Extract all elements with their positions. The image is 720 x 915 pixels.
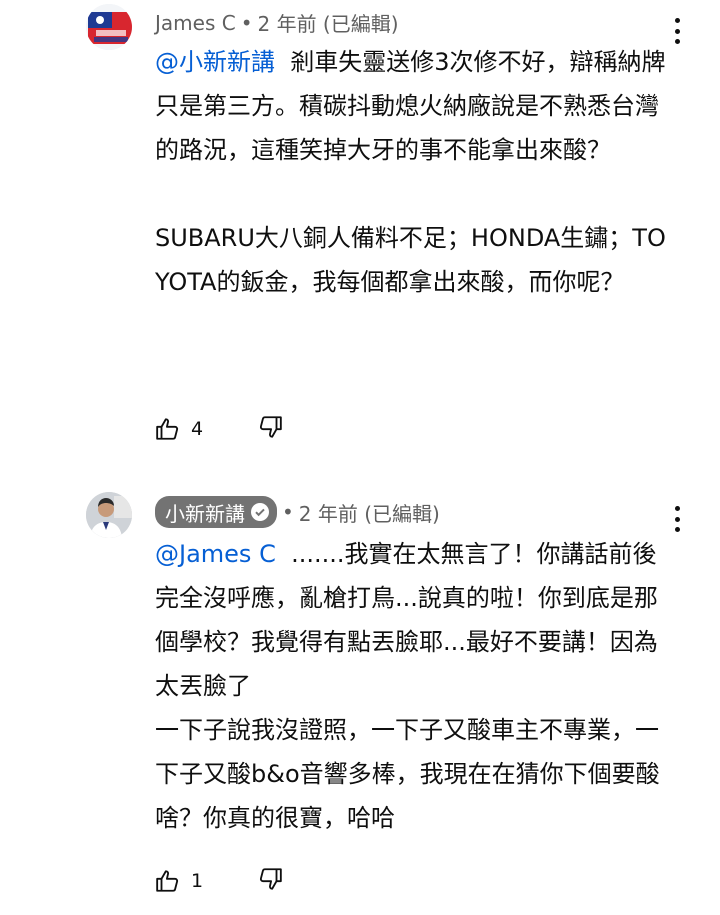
comment-actions: 4	[155, 414, 282, 444]
mention-link[interactable]: @James C	[155, 540, 276, 568]
thumbs-down-icon	[259, 868, 282, 890]
meta-separator: •	[282, 500, 294, 524]
like-button[interactable]: 4	[155, 416, 203, 442]
like-button[interactable]: 1	[155, 868, 203, 894]
comment-item: James C • 2 年前 (已編輯) @小新新講 剎車失靈送修3次修不好，辯…	[0, 0, 720, 470]
like-count: 1	[191, 870, 204, 892]
flag-avatar-icon	[86, 4, 132, 50]
author-avatar[interactable]	[86, 492, 132, 538]
comment-time[interactable]: 2 年前 (已編輯)	[257, 8, 398, 37]
person-avatar-icon	[86, 492, 132, 538]
thumbs-up-icon	[156, 418, 179, 440]
mention-link[interactable]: @小新新講	[155, 48, 275, 76]
meta-separator: •	[240, 10, 253, 35]
verified-check-icon	[251, 503, 269, 521]
thumbs-up-icon	[156, 870, 179, 892]
comment-text: @James C .......我實在太無言了！你講話前後完全沒呼應，亂槍打鳥.…	[155, 532, 675, 840]
comment-meta: James C • 2 年前 (已編輯)	[155, 8, 399, 37]
author-avatar[interactable]	[86, 4, 132, 50]
thumbs-down-icon	[259, 416, 282, 438]
comment-item: 小新新講 • 2 年前 (已編輯) @James C .......我實在太無言…	[0, 470, 720, 915]
comment-body: 剎車失靈送修3次修不好，辯稱納牌只是第三方。積碳抖動熄火納廠說是不熟悉台灣的路況…	[155, 48, 666, 296]
comment-body: .......我實在太無言了！你講話前後完全沒呼應，亂槍打鳥...說真的啦！你到…	[155, 540, 660, 832]
like-count: 4	[191, 418, 204, 440]
comment-time[interactable]: 2 年前 (已編輯)	[299, 498, 440, 527]
dislike-button[interactable]	[257, 866, 283, 896]
dislike-button[interactable]	[257, 414, 283, 444]
comment-actions: 1	[155, 866, 282, 896]
channel-owner-badge[interactable]: 小新新講	[155, 496, 277, 528]
author-name: 小新新講	[165, 501, 245, 526]
author-name[interactable]: James C	[155, 11, 236, 35]
comment-meta: 小新新講 • 2 年前 (已編輯)	[155, 496, 440, 528]
comment-text: @小新新講 剎車失靈送修3次修不好，辯稱納牌只是第三方。積碳抖動熄火納廠說是不熟…	[155, 40, 675, 304]
more-options-icon[interactable]	[672, 506, 682, 532]
